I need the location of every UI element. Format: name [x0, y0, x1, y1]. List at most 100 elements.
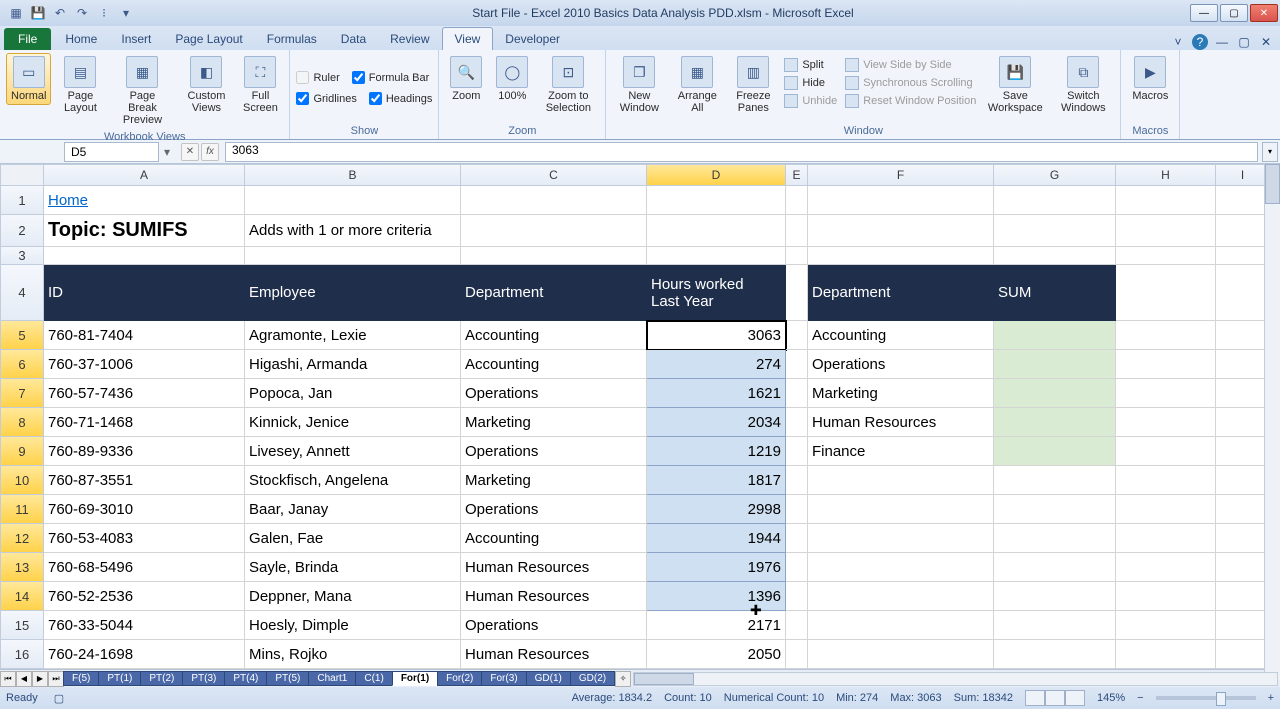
cell-department[interactable]: Operations	[461, 437, 647, 466]
sheet-tab[interactable]: C(1)	[355, 671, 392, 686]
cell-hours[interactable]: 1817	[647, 466, 786, 495]
cell[interactable]	[1216, 466, 1270, 495]
sheet-tab[interactable]: For(1)	[392, 671, 438, 686]
cell[interactable]	[786, 466, 808, 495]
cell-id[interactable]: 760-89-9336	[44, 437, 245, 466]
row-header[interactable]: 4	[0, 265, 44, 321]
cell-department[interactable]: Human Resources	[461, 582, 647, 611]
row-header[interactable]: 6	[0, 350, 44, 379]
cell-id[interactable]: 760-24-1698	[44, 640, 245, 669]
cell[interactable]	[1216, 265, 1270, 321]
undo-icon[interactable]: ↶	[50, 3, 70, 23]
redo-icon[interactable]: ↷	[72, 3, 92, 23]
row-header[interactable]: 2	[0, 215, 44, 247]
cell[interactable]	[461, 186, 647, 215]
cell-id[interactable]: 760-69-3010	[44, 495, 245, 524]
cell-department[interactable]: Marketing	[461, 408, 647, 437]
cell[interactable]	[786, 524, 808, 553]
cell[interactable]	[1116, 466, 1216, 495]
page-break-preview-button[interactable]: ▦Page Break Preview	[109, 53, 175, 129]
cell-id[interactable]: 760-52-2536	[44, 582, 245, 611]
workbook-close-icon[interactable]: ✕	[1258, 34, 1274, 50]
tab-data[interactable]: Data	[329, 28, 378, 50]
cell[interactable]	[786, 437, 808, 466]
tab-first-icon[interactable]: ⏮	[0, 671, 16, 687]
cell[interactable]	[1116, 247, 1216, 265]
cell-summary-dept[interactable]	[808, 611, 994, 640]
sheet-tab[interactable]: PT(5)	[266, 671, 309, 686]
cell-department[interactable]: Human Resources	[461, 553, 647, 582]
cell-id[interactable]: 760-81-7404	[44, 321, 245, 350]
cell[interactable]	[647, 186, 786, 215]
row-header[interactable]: 11	[0, 495, 44, 524]
sheet-tab[interactable]: PT(3)	[182, 671, 225, 686]
custom-views-button[interactable]: ◧Custom Views	[179, 53, 233, 117]
cell-sum-result[interactable]	[994, 611, 1116, 640]
cell[interactable]	[1216, 379, 1270, 408]
cell[interactable]	[786, 321, 808, 350]
cell-sum-result[interactable]	[994, 408, 1116, 437]
cell-hours[interactable]: 274	[647, 350, 786, 379]
ruler-checkbox[interactable]: Ruler	[296, 69, 339, 86]
excel-icon[interactable]: ▦	[6, 3, 26, 23]
row-header[interactable]: 12	[0, 524, 44, 553]
cell[interactable]	[786, 350, 808, 379]
tab-page-layout[interactable]: Page Layout	[163, 28, 254, 50]
cell-hours[interactable]: 2050	[647, 640, 786, 669]
cell[interactable]	[1216, 524, 1270, 553]
sheet-tab[interactable]: Chart1	[308, 671, 356, 686]
cell[interactable]	[1116, 611, 1216, 640]
cell[interactable]	[808, 215, 994, 247]
worksheet[interactable]: A B C D E F G H I 1Home2Topic: SUMIFSAdd…	[0, 164, 1280, 669]
cell[interactable]	[1216, 611, 1270, 640]
cell-id[interactable]: 760-33-5044	[44, 611, 245, 640]
zoom-out-icon[interactable]: −	[1137, 692, 1143, 704]
cell-summary-dept[interactable]: Human Resources	[808, 408, 994, 437]
cell[interactable]	[1116, 640, 1216, 669]
sheet-tab[interactable]: PT(2)	[140, 671, 183, 686]
cell-employee[interactable]: Baar, Janay	[245, 495, 461, 524]
cell-id[interactable]: 760-57-7436	[44, 379, 245, 408]
sheet-tab[interactable]: F(5)	[63, 671, 99, 686]
row-header[interactable]: 5	[0, 321, 44, 350]
cell-sum-result[interactable]	[994, 640, 1116, 669]
select-all-corner[interactable]	[0, 164, 44, 186]
zoom-100-button[interactable]: ◯100%	[491, 53, 533, 105]
view-buttons[interactable]	[1025, 690, 1085, 706]
cell-id[interactable]: 760-87-3551	[44, 466, 245, 495]
cancel-formula-icon[interactable]: ✕	[181, 143, 199, 161]
cell[interactable]	[1116, 186, 1216, 215]
cell-id[interactable]: 760-37-1006	[44, 350, 245, 379]
cell-sum-result[interactable]	[994, 524, 1116, 553]
cell-sum-result[interactable]	[994, 582, 1116, 611]
cell-summary-dept[interactable]	[808, 495, 994, 524]
cell[interactable]	[1216, 640, 1270, 669]
new-sheet-icon[interactable]: ✧	[615, 671, 631, 687]
full-screen-button[interactable]: ⛶Full Screen	[237, 53, 283, 117]
cell-hours[interactable]: 1621	[647, 379, 786, 408]
save-workspace-button[interactable]: 💾Save Workspace	[982, 53, 1048, 117]
cell-department[interactable]: Marketing	[461, 466, 647, 495]
gridlines-checkbox[interactable]: Gridlines	[296, 90, 356, 107]
cell-home-link[interactable]: Home	[44, 186, 245, 215]
cell-summary-dept[interactable]: Finance	[808, 437, 994, 466]
row-header[interactable]: 10	[0, 466, 44, 495]
sheet-tab[interactable]: PT(1)	[98, 671, 141, 686]
cell[interactable]	[1116, 350, 1216, 379]
cell[interactable]	[1216, 321, 1270, 350]
formula-bar-checkbox[interactable]: Formula Bar	[352, 69, 430, 86]
tab-prev-icon[interactable]: ◀	[16, 671, 32, 687]
cell-topic[interactable]: Topic: SUMIFS	[44, 215, 245, 247]
cell-summary-dept[interactable]: Marketing	[808, 379, 994, 408]
row-header[interactable]: 1	[0, 186, 44, 215]
normal-view-button[interactable]: ▭Normal	[6, 53, 51, 105]
page-layout-button[interactable]: ▤Page Layout	[55, 53, 105, 117]
cell-employee[interactable]: Agramonte, Lexie	[245, 321, 461, 350]
freeze-panes-button[interactable]: ▥Freeze Panes	[728, 53, 778, 117]
qat-more-icon[interactable]: ▾	[116, 3, 136, 23]
file-tab[interactable]: File	[4, 28, 51, 50]
cell-department[interactable]: Operations	[461, 611, 647, 640]
zoom-selection-button[interactable]: ⊡Zoom to Selection	[537, 53, 599, 117]
cell-department[interactable]: Accounting	[461, 321, 647, 350]
cell-sum-result[interactable]	[994, 437, 1116, 466]
